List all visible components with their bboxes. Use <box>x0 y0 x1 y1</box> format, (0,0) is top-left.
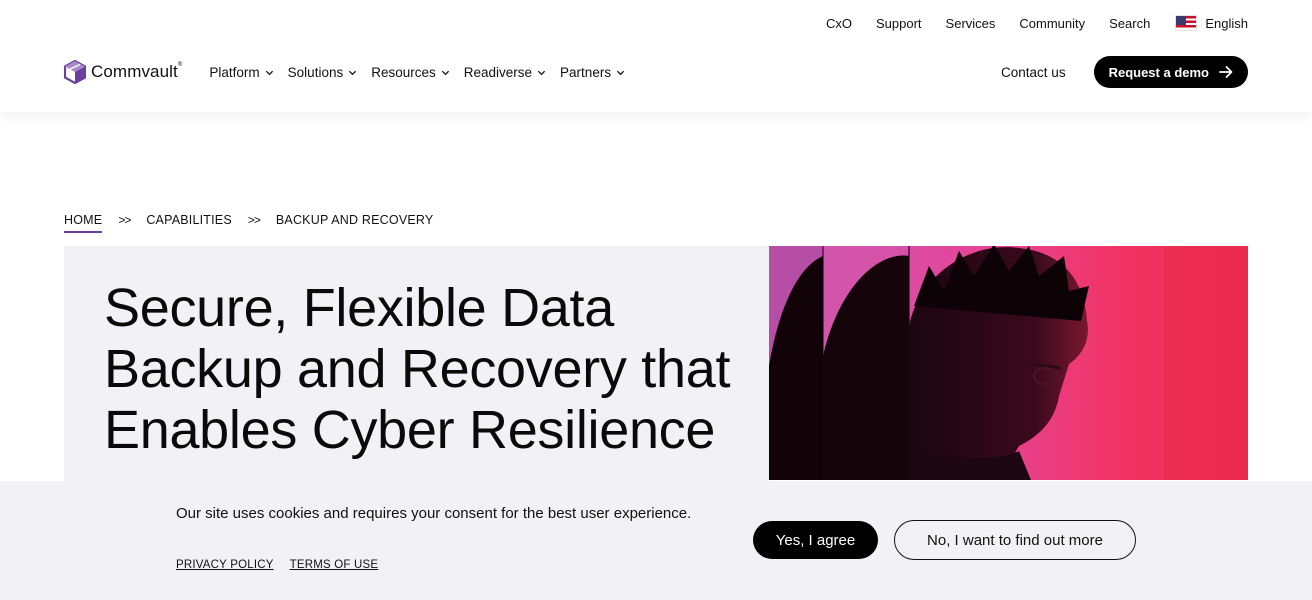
language-selector[interactable]: English <box>1175 15 1248 31</box>
language-label: English <box>1205 15 1248 31</box>
arrow-right-icon <box>1219 66 1233 78</box>
nav-item-label: Solutions <box>287 64 344 80</box>
chevron-down-icon <box>265 70 273 75</box>
hero-title: Secure, Flexible Data Backup and Recover… <box>104 278 731 460</box>
main-nav: Commvault® Platform Solutions Resources … <box>64 56 1248 88</box>
us-flag-icon <box>1175 15 1198 31</box>
nav-item-label: Partners <box>560 64 612 80</box>
commvault-logo[interactable]: Commvault® <box>64 60 182 84</box>
terms-of-use-link[interactable]: TERMS OF USE <box>290 559 379 571</box>
nav-item-solutions[interactable]: Solutions <box>288 65 358 80</box>
utility-link-cxo[interactable]: CxO <box>826 16 852 31</box>
commvault-logo-icon <box>64 60 86 84</box>
logo-wordmark: Commvault® <box>91 62 183 81</box>
cookie-agree-button[interactable]: Yes, I agree <box>753 521 878 559</box>
chevron-down-icon <box>441 70 449 75</box>
hero-image <box>769 246 1248 480</box>
nav-item-partners[interactable]: Partners <box>560 65 625 80</box>
nav-actions: Contact us Request a demo <box>1001 56 1248 88</box>
request-demo-button[interactable]: Request a demo <box>1093 56 1248 88</box>
cookie-banner: Our site uses cookies and requires your … <box>0 481 1312 600</box>
breadcrumb-separator: >> <box>247 213 261 227</box>
nav-item-label: Resources <box>371 64 436 80</box>
breadcrumb-separator: >> <box>118 213 131 227</box>
nav-item-readiverse[interactable]: Readiverse <box>464 65 546 80</box>
chevron-down-icon <box>537 70 546 75</box>
cookie-links: PRIVACY POLICY TERMS OF USE <box>176 559 378 571</box>
utility-link-search[interactable]: Search <box>1109 16 1150 31</box>
breadcrumb-home[interactable]: HOME <box>64 213 103 233</box>
cookie-message: Our site uses cookies and requires your … <box>176 505 692 522</box>
chevron-down-icon <box>349 70 357 75</box>
chevron-down-icon <box>616 70 625 75</box>
utility-link-support[interactable]: Support <box>876 16 922 31</box>
utility-link-services[interactable]: Services <box>946 16 996 31</box>
hero-photo-illustration <box>769 246 1248 480</box>
nav-item-label: Platform <box>209 64 260 80</box>
breadcrumb-current: BACKUP AND RECOVERY <box>275 213 434 227</box>
cookie-learn-more-button[interactable]: No, I want to find out more <box>894 520 1136 560</box>
contact-us-link[interactable]: Contact us <box>1001 65 1066 80</box>
utility-nav: CxO Support Services Community Search En… <box>826 14 1248 32</box>
breadcrumb-capabilities[interactable]: CAPABILITIES <box>146 213 232 227</box>
nav-item-label: Readiverse <box>463 64 533 80</box>
breadcrumb: HOME >> CAPABILITIES >> BACKUP AND RECOV… <box>64 207 433 233</box>
privacy-policy-link[interactable]: PRIVACY POLICY <box>176 559 274 571</box>
nav-item-platform[interactable]: Platform <box>209 65 273 80</box>
site-header: CxO Support Services Community Search En… <box>0 0 1312 112</box>
primary-menu: Platform Solutions Resources Readiverse … <box>209 65 625 80</box>
request-demo-label: Request a demo <box>1108 64 1209 80</box>
utility-link-community[interactable]: Community <box>1019 16 1085 31</box>
nav-item-resources[interactable]: Resources <box>371 65 450 80</box>
